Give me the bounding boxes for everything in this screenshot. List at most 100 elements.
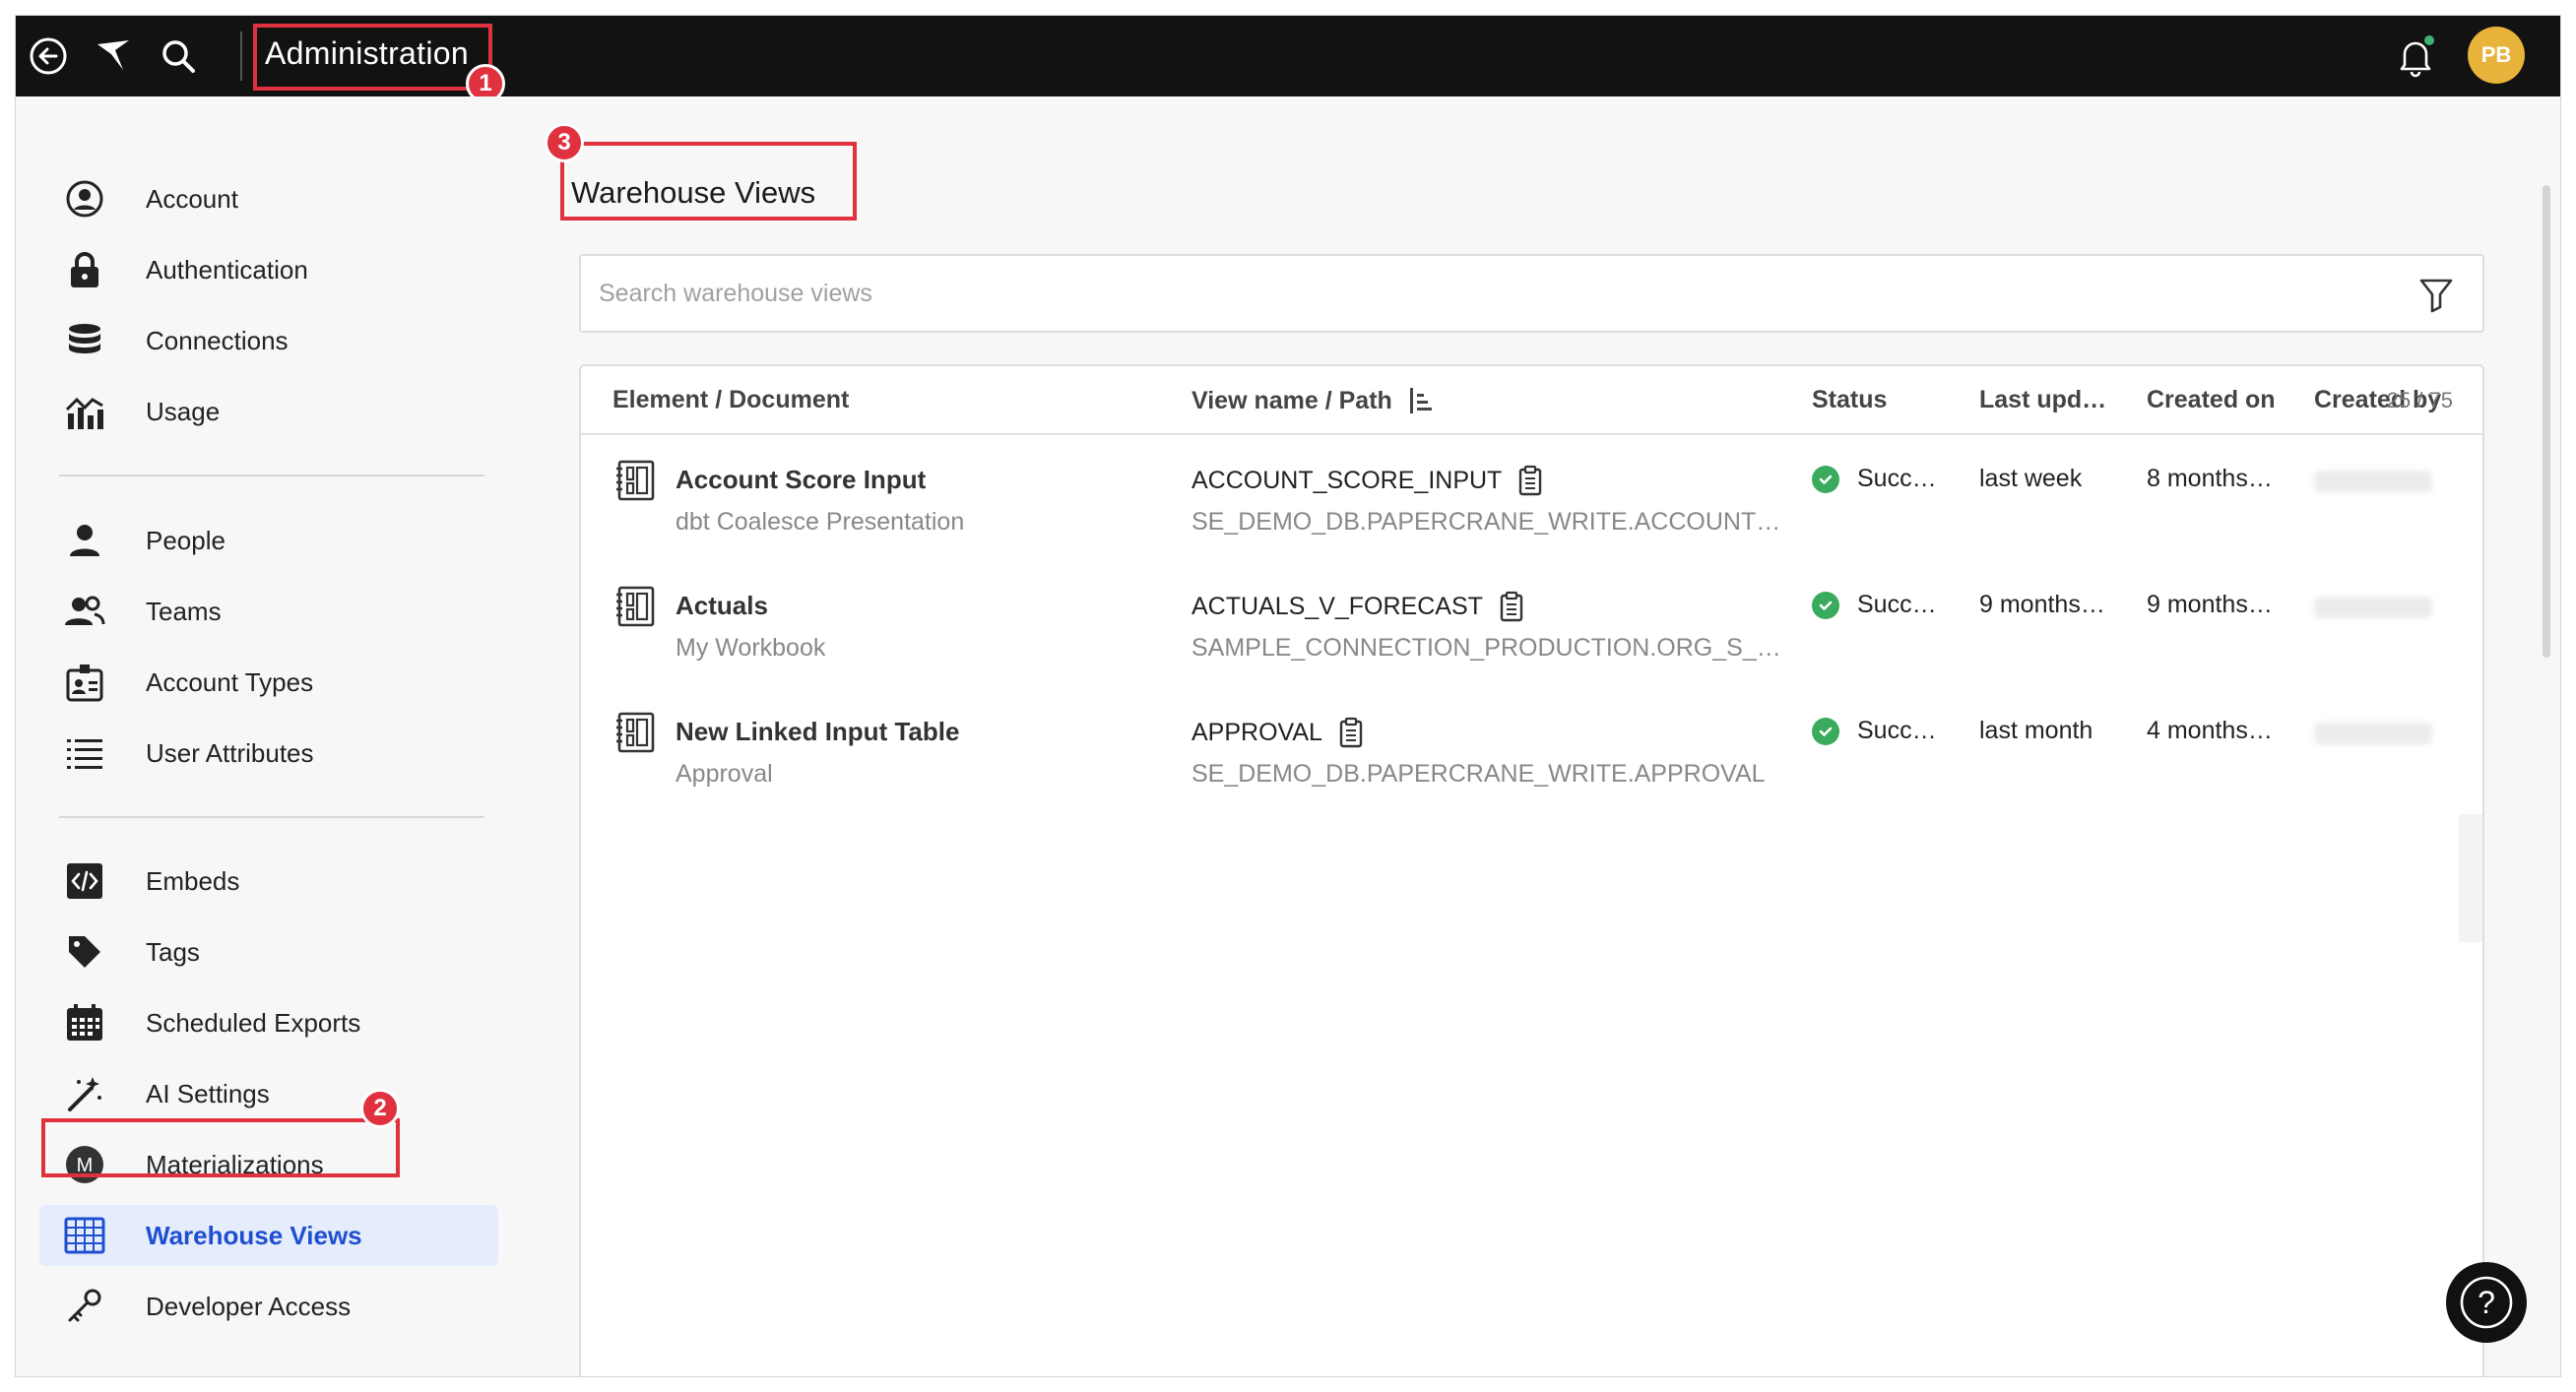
column-header-element[interactable]: Element / Document <box>612 386 849 414</box>
code-icon <box>61 857 108 905</box>
sidebar-item-label: Tags <box>146 936 200 967</box>
app-window: Administration PB 1 Account Authenticati… <box>15 15 2561 1377</box>
sidebar-item-account-types[interactable]: Account Types <box>39 652 498 713</box>
view-name: ACTUALS_V_FORECAST <box>1191 591 1524 622</box>
column-header-last-updated[interactable]: Last upd… <box>1979 386 2106 414</box>
sidebar-divider <box>59 475 484 476</box>
magic-wand-icon <box>61 1070 108 1117</box>
view-name: APPROVAL <box>1191 717 1364 748</box>
input-table-icon <box>614 711 658 754</box>
search-icon[interactable] <box>156 33 201 79</box>
filter-icon[interactable] <box>2415 274 2457 315</box>
table-row[interactable]: Actuals My Workbook ACTUALS_V_FORECAST S… <box>581 563 2482 689</box>
status-text: Succ… <box>1857 465 1937 492</box>
created-by-redacted <box>2314 471 2432 492</box>
column-header-status[interactable]: Status <box>1812 386 1887 414</box>
annotation-badge-2: 2 <box>360 1089 400 1128</box>
search-input[interactable] <box>599 274 2371 313</box>
sidebar-item-label: Embeds <box>146 865 240 896</box>
logo-icon[interactable] <box>91 33 136 79</box>
element-name[interactable]: Account Score Input <box>676 465 926 495</box>
document-name: Approval <box>676 760 773 788</box>
sidebar-item-label: Authentication <box>146 254 308 285</box>
sidebar-item-label: Developer Access <box>146 1291 352 1321</box>
column-header-view-label: View name / Path <box>1191 386 1392 414</box>
page-scrollbar[interactable] <box>2543 185 2550 658</box>
last-updated: last week <box>1979 465 2083 492</box>
annotation-badge-3: 3 <box>545 123 584 162</box>
user-circle-icon <box>61 175 108 222</box>
avatar[interactable]: PB <box>2468 27 2525 84</box>
check-circle-icon <box>1812 465 1839 493</box>
table-header: Element / Document View name / Path Stat… <box>581 366 2482 435</box>
sidebar-item-warehouse-views[interactable]: Warehouse Views <box>39 1205 498 1266</box>
sidebar-item-label: Usage <box>146 396 221 426</box>
person-icon <box>61 517 108 564</box>
sidebar-item-connections[interactable]: Connections <box>39 310 498 371</box>
annotation-box-2 <box>41 1118 400 1177</box>
sidebar-item-label: AI Settings <box>146 1078 270 1108</box>
view-name-text: ACTUALS_V_FORECAST <box>1191 592 1483 620</box>
list-icon <box>61 729 108 777</box>
sidebar-item-label: Connections <box>146 325 289 355</box>
sidebar-item-tags[interactable]: Tags <box>39 921 498 982</box>
column-header-created-on[interactable]: Created on <box>2147 386 2276 414</box>
annotation-box-1 <box>253 24 492 91</box>
check-circle-icon <box>1812 717 1839 745</box>
status-badge: Succ… <box>1812 717 1937 745</box>
sidebar-item-label: Account Types <box>146 666 314 697</box>
copy-icon[interactable] <box>1338 717 1364 748</box>
sidebar-item-label: Teams <box>146 596 222 626</box>
view-name-text: ACCOUNT_SCORE_INPUT <box>1191 466 1503 494</box>
document-name: dbt Coalesce Presentation <box>676 508 965 536</box>
result-count: 25 / 75 <box>2386 388 2453 412</box>
last-updated: 9 months… <box>1979 591 2105 618</box>
view-name: ACCOUNT_SCORE_INPUT <box>1191 465 1543 496</box>
sidebar-item-usage[interactable]: Usage <box>39 381 498 442</box>
topbar-divider <box>240 32 242 81</box>
status-text: Succ… <box>1857 591 1937 618</box>
column-header-view-name[interactable]: View name / Path <box>1191 386 1434 415</box>
usage-chart-icon <box>61 388 108 435</box>
copy-icon[interactable] <box>1499 591 1524 622</box>
sidebar-item-scheduled-exports[interactable]: Scheduled Exports <box>39 992 498 1053</box>
view-path: SE_DEMO_DB.PAPERCRANE_WRITE.ACCOUNT_S… <box>1191 508 1782 536</box>
table-scrollbar[interactable] <box>2459 814 2482 942</box>
notification-dot <box>2422 33 2436 47</box>
back-arrow-icon[interactable] <box>26 33 71 79</box>
created-by-redacted <box>2314 597 2432 618</box>
id-badge-icon <box>61 659 108 706</box>
key-icon <box>61 1283 108 1330</box>
sort-icon[interactable] <box>1408 386 1434 415</box>
sidebar-item-people[interactable]: People <box>39 510 498 571</box>
lock-icon <box>61 246 108 293</box>
tag-icon <box>61 928 108 976</box>
sidebar-item-ai-settings[interactable]: AI Settings <box>39 1063 498 1124</box>
table-row[interactable]: New Linked Input Table Approval APPROVAL… <box>581 689 2482 815</box>
sidebar-item-teams[interactable]: Teams <box>39 581 498 642</box>
element-name[interactable]: New Linked Input Table <box>676 717 959 747</box>
sidebar-item-account[interactable]: Account <box>39 168 498 229</box>
annotation-box-3 <box>560 142 857 221</box>
sidebar-item-user-attributes[interactable]: User Attributes <box>39 723 498 784</box>
main-content: Warehouse Views Element / Document View … <box>516 96 2554 1377</box>
status-text: Succ… <box>1857 717 1937 744</box>
team-icon <box>61 588 108 635</box>
warehouse-views-table: Element / Document View name / Path Stat… <box>579 364 2484 1377</box>
copy-icon[interactable] <box>1517 465 1543 496</box>
sidebar-item-label: People <box>146 525 225 555</box>
element-name[interactable]: Actuals <box>676 591 768 621</box>
resize-handle[interactable] <box>618 1376 654 1377</box>
help-icon: ? <box>2478 1285 2495 1320</box>
table-row[interactable]: Account Score Input dbt Coalesce Present… <box>581 437 2482 563</box>
sidebar-item-label: Warehouse Views <box>146 1220 362 1250</box>
sidebar-item-embeds[interactable]: Embeds <box>39 851 498 912</box>
sidebar-item-authentication[interactable]: Authentication <box>39 239 498 300</box>
help-button[interactable]: ? <box>2446 1262 2527 1343</box>
sidebar-item-developer-access[interactable]: Developer Access <box>39 1276 498 1337</box>
check-circle-icon <box>1812 591 1839 619</box>
created-on: 9 months… <box>2147 591 2273 618</box>
document-name: My Workbook <box>676 634 826 662</box>
input-table-icon <box>614 585 658 628</box>
table-grid-icon <box>61 1212 108 1259</box>
